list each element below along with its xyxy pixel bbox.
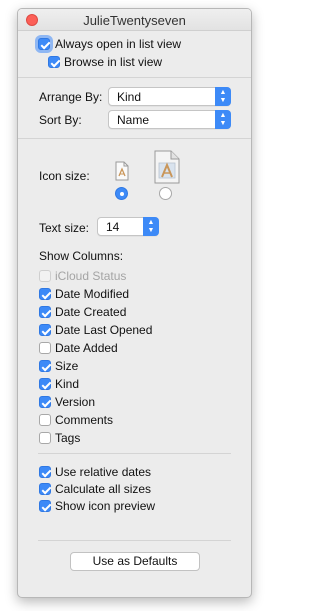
date-last-opened-label: Date Last Opened [55, 323, 153, 337]
always-open-list-view-checkbox[interactable] [38, 38, 50, 50]
show-icon-preview-checkbox[interactable] [39, 500, 51, 512]
tags-checkbox[interactable] [39, 432, 51, 444]
comments-label: Comments [55, 413, 114, 427]
sort-by-popup[interactable]: Name ▲ ▼ [108, 110, 231, 129]
browse-list-view-label: Browse in list view [64, 55, 163, 69]
view-options-window: JulieTwentyseven Always open in list vie… [17, 8, 252, 598]
kind-checkbox[interactable] [39, 378, 51, 390]
chevron-up-down-icon: ▲ ▼ [215, 110, 231, 129]
version-label: Version [55, 395, 96, 409]
arrange-by-value: Kind [117, 90, 142, 104]
small-document-icon [115, 161, 129, 181]
date-modified-checkbox[interactable] [39, 288, 51, 300]
version-checkbox[interactable] [39, 396, 51, 408]
icon-size-label: Icon size: [39, 169, 90, 183]
text-size-value: 14 [106, 220, 120, 234]
window-title: JulieTwentyseven [83, 13, 186, 28]
tags-label: Tags [55, 431, 81, 445]
use-as-defaults-button[interactable]: Use as Defaults [70, 552, 200, 571]
size-label: Size [55, 359, 79, 373]
date-modified-label: Date Modified [55, 287, 130, 301]
icloud-status-label: iCloud Status [55, 269, 127, 283]
separator [18, 77, 251, 78]
date-created-checkbox[interactable] [39, 306, 51, 318]
arrange-by-label: Arrange By: [39, 90, 103, 104]
chevron-up-down-icon: ▲ ▼ [143, 217, 159, 236]
separator [38, 453, 231, 454]
text-size-popup[interactable]: 14 ▲ ▼ [97, 217, 159, 236]
date-created-label: Date Created [55, 305, 127, 319]
date-added-label: Date Added [55, 341, 118, 355]
icon-size-large-radio[interactable] [159, 187, 172, 200]
large-document-icon [154, 150, 180, 184]
icloud-status-checkbox [39, 270, 51, 282]
arrange-by-popup[interactable]: Kind ▲ ▼ [108, 87, 231, 106]
show-columns-heading: Show Columns: [39, 249, 124, 263]
use-relative-dates-checkbox[interactable] [39, 466, 51, 478]
sort-by-value: Name [117, 113, 150, 127]
chevron-up-down-icon: ▲ ▼ [215, 87, 231, 106]
browse-list-view-checkbox[interactable] [48, 56, 60, 68]
separator [18, 138, 251, 139]
comments-checkbox[interactable] [39, 414, 51, 426]
date-last-opened-checkbox[interactable] [39, 324, 51, 336]
separator [38, 540, 231, 541]
use-relative-dates-label: Use relative dates [55, 465, 152, 479]
date-added-checkbox[interactable] [39, 342, 51, 354]
icon-size-small-radio[interactable] [115, 187, 128, 200]
calculate-all-sizes-checkbox[interactable] [39, 483, 51, 495]
size-checkbox[interactable] [39, 360, 51, 372]
kind-label: Kind [55, 377, 80, 391]
title-bar: JulieTwentyseven [18, 9, 251, 31]
always-open-list-view-label: Always open in list view [55, 37, 182, 51]
calculate-all-sizes-label: Calculate all sizes [55, 482, 152, 496]
show-icon-preview-label: Show icon preview [55, 499, 156, 513]
text-size-label: Text size: [39, 221, 90, 235]
sort-by-label: Sort By: [39, 113, 82, 127]
